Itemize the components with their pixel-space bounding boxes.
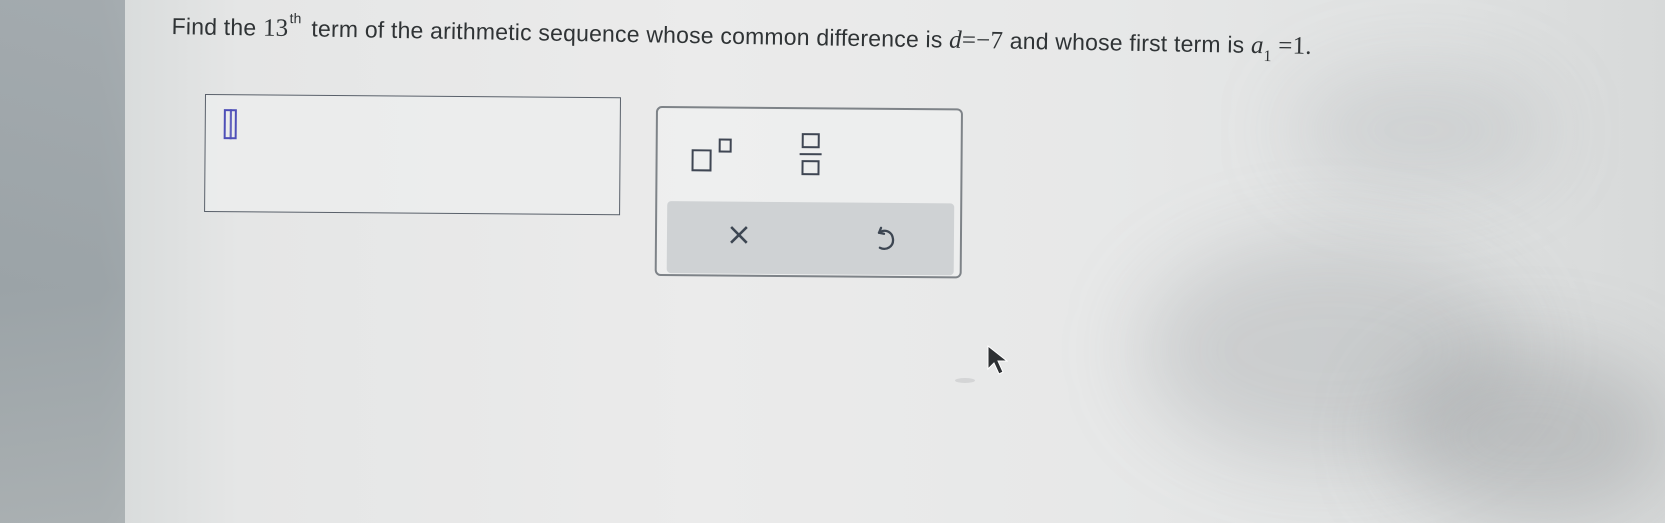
- text-cursor-icon: [223, 109, 237, 140]
- question-part-1: Find the: [171, 12, 264, 41]
- mouse-pointer-icon: [986, 344, 1009, 375]
- left-background-strip: [0, 0, 125, 523]
- background-shadow-lower-right: [1390, 350, 1665, 520]
- fraction-button[interactable]: [799, 129, 822, 178]
- undo-icon: [877, 226, 895, 250]
- fraction-denominator-icon: [801, 160, 820, 176]
- question-text: Find the 13th term of the arithmetic sequ…: [171, 8, 1652, 94]
- question-end-punctuation: .: [1305, 32, 1313, 60]
- superscript-base-icon: [691, 149, 712, 172]
- ordinal-suffix: th: [289, 10, 302, 27]
- fraction-numerator-icon: [801, 133, 820, 149]
- first-term-symbol: a: [1250, 31, 1264, 60]
- fraction-bar-icon: [799, 153, 822, 156]
- screen-mark: [955, 378, 975, 383]
- math-toolbox: ×: [654, 106, 963, 279]
- common-difference-symbol: d: [948, 26, 963, 54]
- toolbox-action-band: ×: [666, 201, 955, 276]
- superscript-exponent-icon: [718, 138, 732, 153]
- question-part-2: term of the arithmetic sequence whose co…: [311, 15, 950, 53]
- undo-button[interactable]: [869, 225, 899, 255]
- clear-button[interactable]: ×: [725, 217, 753, 253]
- term-number: 13: [262, 14, 289, 43]
- question-part-3: and whose first term is: [1002, 27, 1252, 58]
- answer-input[interactable]: [204, 94, 621, 216]
- common-difference-equals: =: [961, 26, 977, 55]
- superscript-button[interactable]: [691, 138, 737, 172]
- first-term-equals: =: [1271, 32, 1293, 60]
- first-term-value: 1: [1292, 32, 1306, 60]
- common-difference-value: −7: [975, 27, 1004, 55]
